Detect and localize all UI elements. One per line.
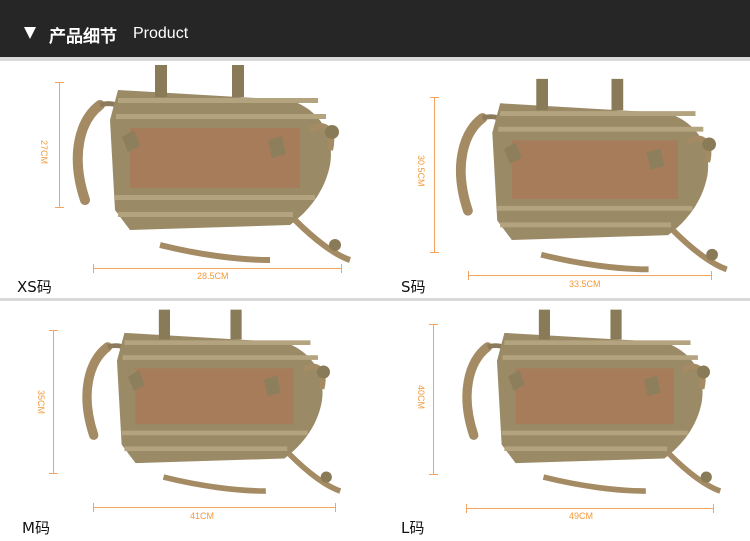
width-label: 28.5CM — [197, 271, 229, 281]
width-line — [466, 508, 713, 509]
width-line — [93, 507, 335, 508]
row-divider — [0, 298, 750, 301]
vest-image — [440, 305, 740, 505]
header-title-en: Product — [133, 25, 189, 42]
height-label: 27CM — [39, 140, 49, 165]
height-line — [434, 97, 435, 252]
vest-image — [60, 60, 360, 275]
header-title-cn: 产品细节 — [49, 27, 117, 47]
width-label: 33.5CM — [569, 279, 601, 289]
size-label: XS码 — [17, 278, 52, 296]
height-line — [59, 82, 60, 207]
size-label: L码 — [401, 519, 425, 537]
vest-image — [60, 305, 360, 505]
height-line — [433, 324, 434, 474]
height-label: 40CM — [416, 385, 426, 410]
triangle-icon — [24, 27, 36, 39]
width-line — [468, 275, 711, 276]
size-label: S码 — [401, 278, 426, 296]
height-label: 30.5CM — [416, 155, 426, 187]
vest-image — [440, 74, 740, 284]
height-line — [53, 330, 54, 473]
height-label: 35CM — [36, 390, 46, 415]
width-label: 41CM — [190, 511, 215, 521]
size-label: M码 — [22, 519, 50, 537]
page-header: 产品细节 Product — [0, 0, 750, 57]
width-label: 49CM — [569, 511, 594, 521]
width-line — [93, 268, 341, 269]
